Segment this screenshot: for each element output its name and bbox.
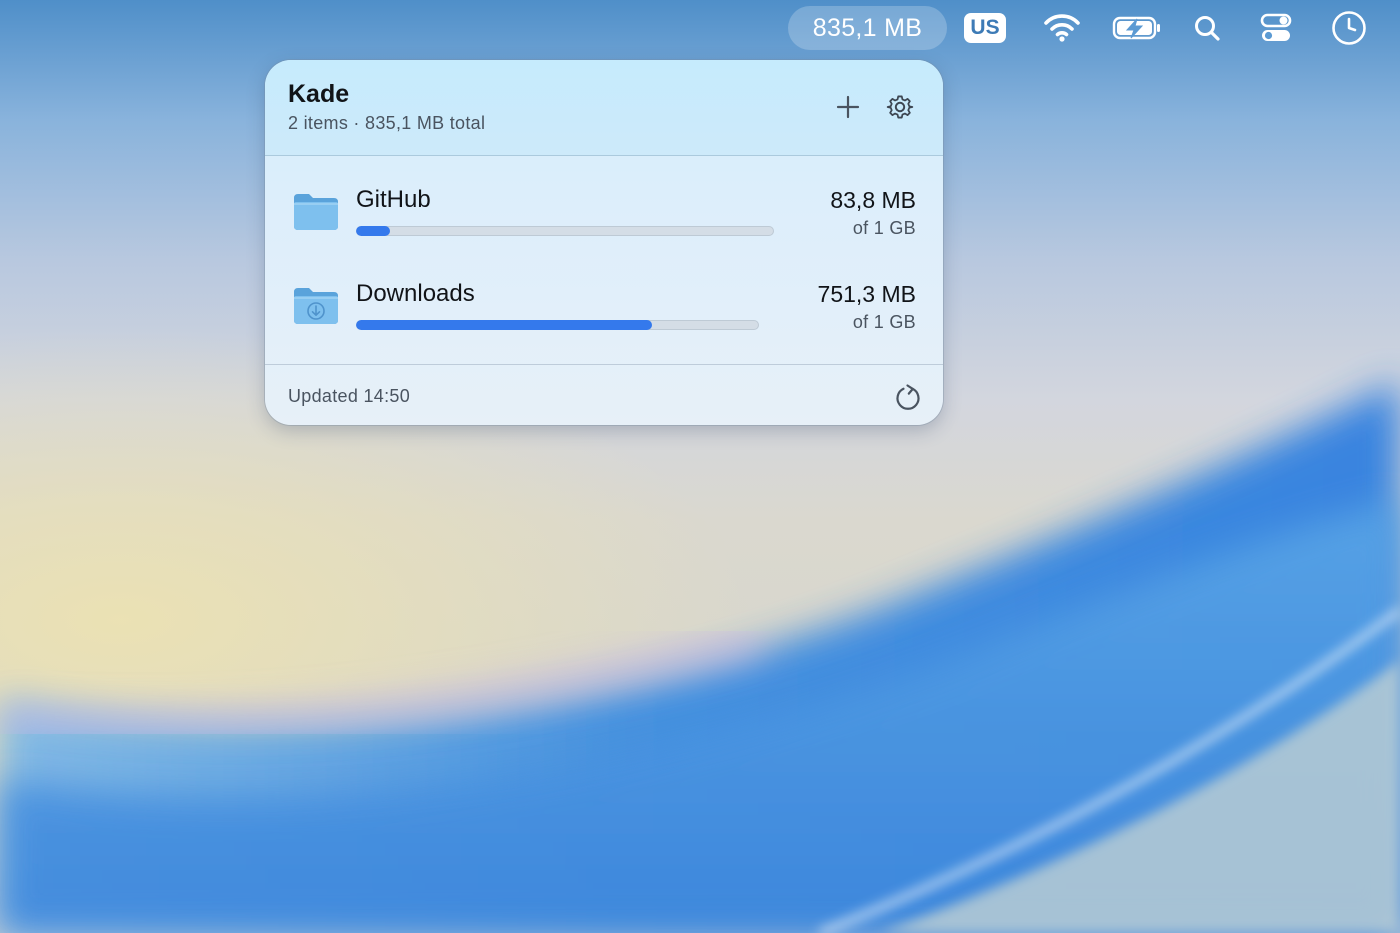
storage-popover: Kade 2 items · 835,1 MB total GitHub 83,… [265,60,943,425]
item-name: GitHub [356,186,431,213]
clock-icon[interactable] [1330,9,1368,47]
usage-progress-bar [356,226,774,236]
popover-title: Kade [288,80,350,108]
item-capacity: of 1 GB [852,218,916,238]
item-size: 751,3 MB [817,281,916,307]
wifi-icon[interactable] [1042,10,1082,46]
usage-progress-bar [356,320,759,330]
last-updated-label: Updated 14:50 [288,386,410,406]
search-icon[interactable] [1192,10,1222,46]
usage-menu-extra[interactable]: 835,1 MB [788,6,947,50]
item-name: Downloads [356,280,475,307]
input-source-indicator[interactable]: US [964,13,1006,43]
battery-charging-icon[interactable] [1112,10,1162,46]
gear-icon[interactable] [885,92,915,122]
desktop-wallpaper: 835,1 MB US Kade 2 items · 835,1 MB tota… [0,0,1400,933]
menu-bar: 835,1 MB US [0,0,1400,56]
list-item[interactable]: Downloads 751,3 MB of 1 GB [265,266,943,356]
usage-progress-fill [356,320,652,330]
popover-header: Kade 2 items · 835,1 MB total [265,60,943,156]
popover-footer: Updated 14:50 [265,364,943,425]
folder-icon [294,194,338,230]
list-item[interactable]: GitHub 83,8 MB of 1 GB [265,172,943,262]
plus-icon[interactable] [833,92,863,122]
refresh-icon[interactable] [893,383,923,413]
downloads-folder-icon [294,288,338,324]
popover-subtitle: 2 items · 835,1 MB total [288,113,486,133]
control-center-icon[interactable] [1258,10,1294,46]
item-size: 83,8 MB [830,187,916,213]
item-capacity: of 1 GB [852,312,916,332]
usage-progress-fill [356,226,391,236]
